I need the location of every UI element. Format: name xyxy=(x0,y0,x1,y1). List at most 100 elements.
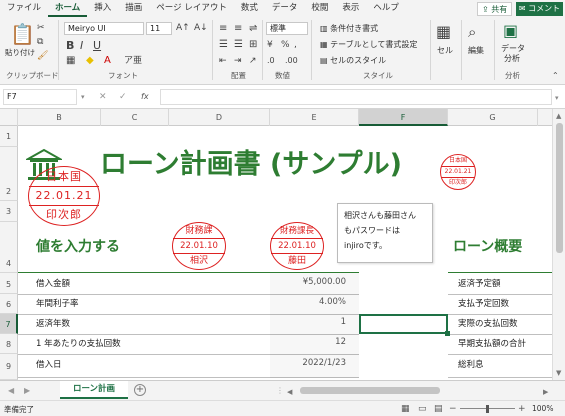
column-header-g[interactable]: G xyxy=(448,109,538,126)
sheet-next-icon[interactable]: ▶ xyxy=(24,385,30,397)
row-header-3[interactable]: 3 xyxy=(0,201,18,222)
share-button[interactable]: ⇪ 共有 xyxy=(477,2,513,16)
page-layout-view-icon[interactable]: ▭ xyxy=(418,403,427,415)
normal-view-icon[interactable]: ▦ xyxy=(401,403,410,415)
comma-icon[interactable]: , xyxy=(294,39,297,51)
row-header-1[interactable]: 1 xyxy=(0,126,18,147)
add-sheet-icon[interactable]: + xyxy=(134,384,146,396)
zoom-in-icon[interactable]: + xyxy=(518,403,526,415)
scroll-down-icon[interactable]: ▼ xyxy=(556,367,561,379)
row-header-9[interactable]: 9 xyxy=(0,354,18,380)
menu-tab-page-layout[interactable]: ページ レイアウト xyxy=(149,0,234,17)
zoom-out-icon[interactable]: − xyxy=(449,403,457,415)
cell-styles-button[interactable]: ▤ セルのスタイル xyxy=(320,55,386,66)
align-middle-icon[interactable]: ≡ xyxy=(234,23,242,35)
cond-format-icon: ▥ xyxy=(320,24,331,33)
indent-decrease-icon[interactable]: ⇤ xyxy=(219,55,227,67)
hscroll-thumb[interactable] xyxy=(300,387,440,394)
align-center-icon[interactable]: ☰ xyxy=(234,39,243,51)
worksheet-grid[interactable]: ローン計画書 (サンプル) 日本国 22.01.21 印次郎 日本国 22.01… xyxy=(18,126,552,380)
currency-icon[interactable]: ¥ xyxy=(267,39,273,51)
phonetic-icon[interactable]: ア亜 xyxy=(124,55,142,67)
data-analysis-label-2[interactable]: 分析 xyxy=(504,53,520,64)
bold-icon[interactable]: B xyxy=(66,40,74,52)
merge-center-icon[interactable]: ⊞ xyxy=(249,39,257,51)
column-header-b[interactable]: B xyxy=(18,109,101,126)
fill-color-icon[interactable]: ◆ xyxy=(86,55,94,67)
orientation-icon[interactable]: ↗ xyxy=(249,55,257,67)
zoom-slider-thumb[interactable] xyxy=(486,405,489,413)
formula-expand-icon[interactable]: ▾ xyxy=(555,92,559,104)
cond-format-button[interactable]: ▥ 条件付き書式 xyxy=(320,23,378,34)
paste-button-label[interactable]: 貼り付け xyxy=(5,47,35,58)
search-icon[interactable]: ⌕ xyxy=(468,23,476,41)
comment-button[interactable]: ✉ コメント xyxy=(516,2,563,16)
font-grow-icon[interactable]: A↑ xyxy=(176,22,190,34)
wrap-text-icon[interactable]: ⇌ xyxy=(249,23,257,35)
menu-tab-view[interactable]: 表示 xyxy=(335,0,366,17)
paste-icon[interactable]: 📋 xyxy=(10,23,35,45)
confirm-icon[interactable]: ✓ xyxy=(119,91,127,103)
table-format-button[interactable]: ▦ テーブルとして書式設定 xyxy=(320,39,417,50)
indent-increase-icon[interactable]: ⇥ xyxy=(234,55,242,67)
select-all-corner[interactable] xyxy=(0,109,18,126)
row-header-6[interactable]: 6 xyxy=(0,294,18,314)
sheet-tab-active[interactable]: ローン計画 xyxy=(60,381,128,399)
sheet-prev-icon[interactable]: ◀ xyxy=(8,385,14,397)
font-name-select[interactable]: Meiryo UI xyxy=(64,22,144,35)
row-header-2[interactable]: 2 xyxy=(0,147,18,201)
cells-icon[interactable]: ▦ xyxy=(436,23,451,41)
font-color-icon[interactable]: A xyxy=(104,55,111,67)
menu-tab-draw[interactable]: 描画 xyxy=(118,0,149,17)
vertical-scrollbar[interactable]: ▲ ▼ xyxy=(552,109,565,380)
border-icon[interactable]: ▦ xyxy=(66,55,75,67)
page-break-view-icon[interactable]: ▤ xyxy=(434,403,443,415)
align-top-icon[interactable]: ≡ xyxy=(219,23,227,35)
menu-tab-help[interactable]: ヘルプ xyxy=(366,0,406,17)
font-size-select[interactable]: 11 xyxy=(146,22,172,35)
row-header-5[interactable]: 5 xyxy=(0,273,18,294)
fill-handle[interactable] xyxy=(445,331,450,336)
menu-tab-data[interactable]: データ xyxy=(265,0,305,17)
copy-icon[interactable]: ⧉ xyxy=(37,36,43,48)
tab-split-icon[interactable]: ⋮ xyxy=(276,385,284,397)
column-header-f[interactable]: F xyxy=(359,109,448,126)
font-shrink-icon[interactable]: A↓ xyxy=(194,22,208,34)
hscroll-right-icon[interactable]: ▶ xyxy=(543,386,548,398)
increase-decimal-icon[interactable]: .0 xyxy=(267,55,275,67)
cell-comment-box[interactable]: 相沢さんも藤田さん もパスワードは injiroです。 xyxy=(337,203,433,263)
underline-icon[interactable]: U xyxy=(93,40,101,52)
format-painter-icon[interactable]: 🖌 xyxy=(37,50,48,62)
hscroll-left-icon[interactable]: ◀ xyxy=(287,386,292,398)
scroll-up-icon[interactable]: ▲ xyxy=(556,110,561,122)
ribbon-collapse-icon[interactable]: ⌃ xyxy=(552,70,559,82)
scroll-thumb[interactable] xyxy=(556,123,563,253)
menu-tab-insert[interactable]: 挿入 xyxy=(87,0,118,17)
percent-icon[interactable]: % xyxy=(281,39,290,51)
data-analysis-icon[interactable]: ▣ xyxy=(503,22,518,40)
menu-tab-review[interactable]: 校閲 xyxy=(304,0,335,17)
menu-tab-home[interactable]: ホーム xyxy=(48,0,88,17)
number-format-select[interactable]: 標準 xyxy=(266,22,308,35)
name-box-dropdown-icon[interactable]: ▾ xyxy=(81,91,85,103)
row-header-7[interactable]: 7 xyxy=(0,314,18,334)
active-cell-f7[interactable] xyxy=(359,314,448,334)
column-header-e[interactable]: E xyxy=(270,109,359,126)
menu-tab-file[interactable]: ファイル xyxy=(0,0,48,17)
name-box[interactable]: F7 xyxy=(3,89,77,105)
zoom-level[interactable]: 100% xyxy=(532,404,553,413)
row-header-8[interactable]: 8 xyxy=(0,334,18,354)
column-header-c[interactable]: C xyxy=(101,109,169,126)
menu-tab-formulas[interactable]: 数式 xyxy=(234,0,265,17)
editing-button-label[interactable]: 編集 xyxy=(468,45,484,56)
cells-button-label[interactable]: セル xyxy=(437,45,453,56)
fx-label[interactable]: fx xyxy=(141,92,149,101)
cancel-icon[interactable]: ✕ xyxy=(99,91,107,103)
cut-icon[interactable]: ✂ xyxy=(37,22,45,34)
row-header-4[interactable]: 4 xyxy=(0,222,18,273)
italic-icon[interactable]: I xyxy=(80,40,83,52)
column-header-d[interactable]: D xyxy=(169,109,270,126)
align-left-icon[interactable]: ☰ xyxy=(219,39,228,51)
formula-input[interactable] xyxy=(160,89,552,105)
decrease-decimal-icon[interactable]: .00 xyxy=(285,55,298,67)
